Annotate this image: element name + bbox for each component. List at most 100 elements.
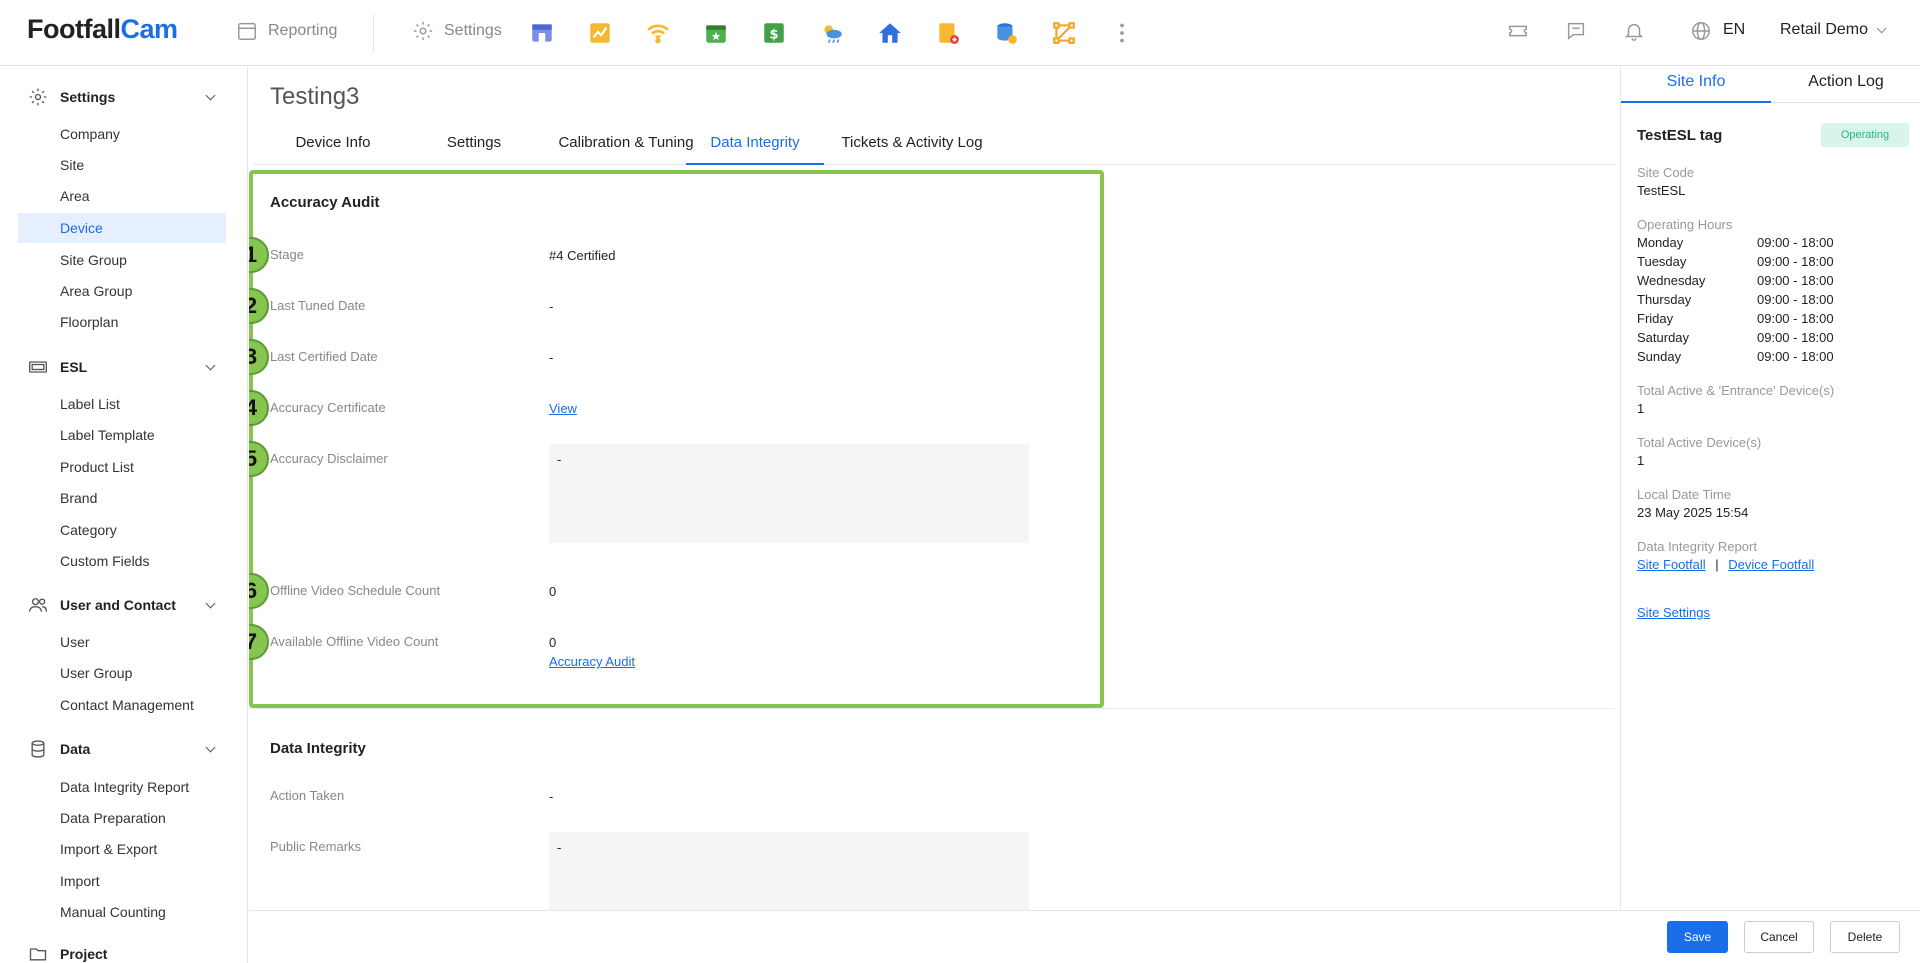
entrance-devices-value: 1 xyxy=(1637,401,1645,416)
sidebar-item-brand[interactable]: Brand xyxy=(18,483,226,513)
hours-day: Sunday xyxy=(1637,349,1682,364)
top-bar: FootfallCam Reporting Settings $ EN Reta… xyxy=(0,0,1920,66)
ticket-icon[interactable] xyxy=(1503,16,1533,46)
step-marker-5: 5 xyxy=(249,441,269,477)
action-taken-label: Action Taken xyxy=(270,788,345,803)
device-footfall-link[interactable]: Device Footfall xyxy=(1728,557,1814,572)
sidebar-item-manual-counting[interactable]: Manual Counting xyxy=(18,897,226,927)
nav-reporting[interactable]: Reporting xyxy=(236,20,337,42)
sidebar-group-settings[interactable]: Settings xyxy=(28,85,220,109)
sidebar-item-label-template[interactable]: Label Template xyxy=(18,420,226,450)
report-links: Site Footfall | Device Footfall xyxy=(1637,557,1814,572)
sidebar-item-user-group[interactable]: User Group xyxy=(18,658,226,688)
account-menu[interactable]: Retail Demo xyxy=(1780,21,1887,39)
more-icon[interactable] xyxy=(1107,18,1137,48)
sidebar-item-category[interactable]: Category xyxy=(18,515,226,545)
sidebar-item-user[interactable]: User xyxy=(18,627,226,657)
sidebar-item-custom-fields[interactable]: Custom Fields xyxy=(18,546,226,576)
site-code-value: TestESL xyxy=(1637,183,1686,198)
sidebar-item-label-list[interactable]: Label List xyxy=(18,389,226,419)
site-settings-link[interactable]: Site Settings xyxy=(1637,605,1710,620)
sidebar-group-project[interactable]: Project xyxy=(28,942,220,963)
accuracy-certificate-label: Accuracy Certificate xyxy=(270,400,386,415)
module-wifi-icon[interactable] xyxy=(643,18,673,48)
sidebar-item-data-integrity-report[interactable]: Data Integrity Report xyxy=(18,772,226,802)
module-sales-icon[interactable]: $ xyxy=(759,18,789,48)
hours-day: Thursday xyxy=(1637,292,1692,307)
hours-time: 09:00 - 18:00 xyxy=(1757,235,1834,250)
globe-icon[interactable] xyxy=(1686,16,1716,46)
bell-icon[interactable] xyxy=(1619,16,1649,46)
step-marker-6: 6 xyxy=(249,573,269,609)
sidebar-item-site-group[interactable]: Site Group xyxy=(18,245,226,275)
save-button[interactable]: Save xyxy=(1667,921,1728,953)
tab-action-log[interactable]: Action Log xyxy=(1771,67,1920,103)
step-marker-3: 3 xyxy=(249,339,269,375)
available-offline-video-count-value: 0 xyxy=(549,635,557,650)
local-time-label: Local Date Time xyxy=(1637,487,1731,502)
tab-device-info[interactable]: Device Info xyxy=(278,127,388,165)
sidebar-group-data[interactable]: Data xyxy=(28,737,220,761)
sidebar-item-import-export[interactable]: Import & Export xyxy=(18,834,226,864)
tab-data-integrity[interactable]: Data Integrity xyxy=(686,127,824,165)
sidebar: Settings Company Site Area Device Site G… xyxy=(0,67,248,963)
sidebar-item-company[interactable]: Company xyxy=(18,119,226,149)
page-title: Testing3 xyxy=(270,83,360,110)
brand-logo[interactable]: FootfallCam xyxy=(27,14,178,45)
site-footfall-link[interactable]: Site Footfall xyxy=(1637,557,1706,572)
hours-row: Sunday 09:00 - 18:00 xyxy=(1637,349,1897,368)
hours-day: Tuesday xyxy=(1637,254,1687,269)
cancel-button[interactable]: Cancel xyxy=(1744,921,1814,953)
hours-row: Thursday 09:00 - 18:00 xyxy=(1637,292,1897,311)
step-marker-7: 7 xyxy=(249,624,269,660)
last-tuned-date-label: Last Tuned Date xyxy=(270,298,366,313)
module-analytics-icon[interactable] xyxy=(585,18,615,48)
nav-settings[interactable]: Settings xyxy=(412,20,502,42)
tab-settings[interactable]: Settings xyxy=(419,127,529,165)
module-weather-icon[interactable] xyxy=(817,18,847,48)
sidebar-item-site[interactable]: Site xyxy=(18,150,226,180)
calendar-icon xyxy=(238,22,256,40)
hours-day: Monday xyxy=(1637,235,1684,250)
site-name: TestESL tag xyxy=(1637,127,1723,144)
module-network-icon[interactable] xyxy=(1049,18,1079,48)
sidebar-group-user-contact[interactable]: User and Contact xyxy=(28,593,220,617)
tab-tickets-activity-log[interactable]: Tickets & Activity Log xyxy=(832,127,992,165)
site-code-label: Site Code xyxy=(1637,165,1695,180)
hours-time: 09:00 - 18:00 xyxy=(1757,349,1834,364)
view-certificate-link[interactable]: View xyxy=(549,401,577,416)
step-marker-2: 2 xyxy=(249,288,269,324)
module-home-icon[interactable] xyxy=(875,18,905,48)
hours-row: Wednesday 09:00 - 18:00 xyxy=(1637,273,1897,292)
active-devices-label: Total Active Device(s) xyxy=(1637,435,1762,450)
sidebar-item-device[interactable]: Device xyxy=(18,213,226,243)
sidebar-item-floorplan[interactable]: Floorplan xyxy=(18,307,226,337)
sidebar-item-import[interactable]: Import xyxy=(18,866,226,896)
gear-icon xyxy=(413,21,433,41)
chat-icon[interactable] xyxy=(1561,16,1591,46)
public-remarks-label: Public Remarks xyxy=(270,839,362,854)
delete-button[interactable]: Delete xyxy=(1830,921,1900,953)
sidebar-item-product-list[interactable]: Product List xyxy=(18,452,226,482)
module-store-icon[interactable] xyxy=(527,18,557,48)
svg-text:$: $ xyxy=(769,27,778,42)
tab-site-info[interactable]: Site Info xyxy=(1621,67,1771,103)
action-taken-value: - xyxy=(549,789,554,804)
hours-time: 09:00 - 18:00 xyxy=(1757,273,1834,288)
sidebar-item-data-preparation[interactable]: Data Preparation xyxy=(18,803,226,833)
hours-time: 09:00 - 18:00 xyxy=(1757,330,1834,345)
sidebar-group-esl[interactable]: ESL xyxy=(28,355,220,379)
module-database-icon[interactable] xyxy=(991,18,1021,48)
module-calendar-icon[interactable] xyxy=(701,18,731,48)
accuracy-audit-link[interactable]: Accuracy Audit xyxy=(549,654,635,669)
language-selector[interactable]: EN xyxy=(1723,21,1745,39)
sidebar-item-contact-management[interactable]: Contact Management xyxy=(18,690,226,720)
sidebar-item-area[interactable]: Area xyxy=(18,181,226,211)
nav-reporting-label: Reporting xyxy=(268,22,338,39)
available-offline-video-count-label: Available Offline Video Count xyxy=(270,634,439,649)
sidebar-group-label: Data xyxy=(60,741,91,757)
sidebar-item-area-group[interactable]: Area Group xyxy=(18,276,226,306)
sidebar-group-label: Project xyxy=(60,946,108,962)
gear-icon xyxy=(29,88,47,106)
module-document-icon[interactable] xyxy=(933,18,963,48)
